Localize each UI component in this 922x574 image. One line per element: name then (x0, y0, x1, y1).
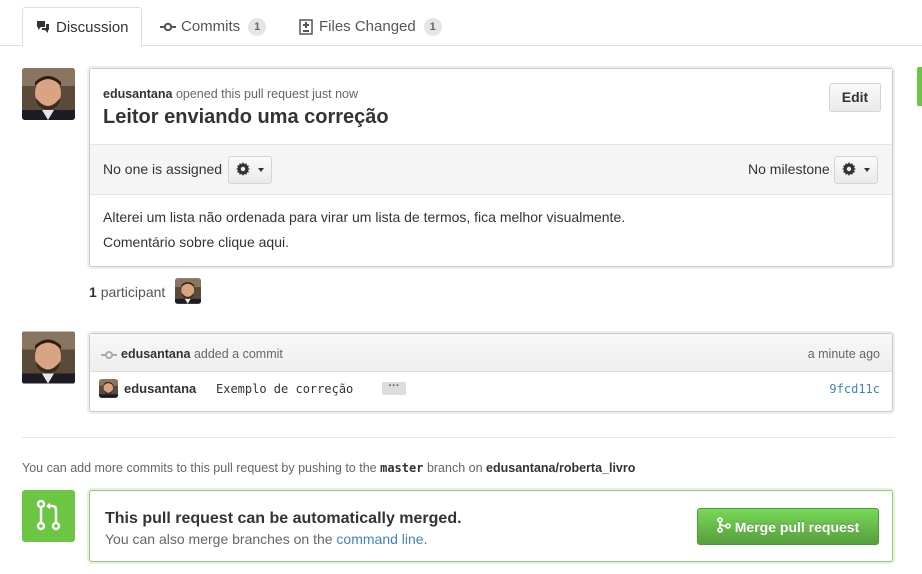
comment-body-line: Comentário sobre clique aqui. (103, 234, 289, 250)
commit-event-text: edusantana added a commit (121, 347, 283, 361)
commit-message-link[interactable]: Exemplo de correção (216, 382, 353, 396)
tab-label: Commits (181, 18, 241, 35)
merge-status-subtitle: You can also merge branches on the comma… (105, 531, 427, 547)
opened-text: opened this pull request just now (175, 87, 359, 101)
commits-count-badge: 1 (248, 17, 267, 36)
push-hint: You can add more commits to this pull re… (22, 461, 635, 475)
merge-status-icon-box (22, 490, 75, 542)
avatar[interactable] (22, 68, 75, 120)
assignee-milestone-bar: No one is assigned No milestone (90, 145, 892, 195)
git-merge-icon (716, 517, 735, 536)
discussion-header: edusantana opened this pull request just… (90, 69, 892, 145)
assignee-settings-button[interactable] (228, 156, 272, 184)
commit-author-link[interactable]: edusantana (124, 381, 196, 396)
merge-pull-request-button[interactable]: Merge pull request (697, 508, 879, 545)
participants-label: participant (100, 284, 166, 300)
commit-event-box: edusantana added a commit a minute ago e… (89, 333, 893, 412)
commit-timestamp: a minute ago (807, 347, 880, 361)
page-title: Leitor enviando uma correção (103, 106, 389, 128)
commit-event-header: edusantana added a commit a minute ago (90, 334, 892, 372)
expand-commit-message-button[interactable]: ··· (382, 381, 406, 395)
git-pull-request-icon (35, 499, 63, 534)
repo-name: edusantana/roberta_livro (486, 461, 636, 475)
branch-name: master (380, 461, 424, 475)
scroll-marker (917, 67, 922, 106)
participant-avatar[interactable] (175, 278, 201, 304)
merge-sub-suffix: . (423, 531, 428, 547)
commit-sha-link[interactable]: 9fcd11c (829, 382, 880, 396)
avatar[interactable] (22, 331, 75, 384)
merge-box: This pull request can be automatically m… (89, 490, 893, 562)
comment-body-line: Alterei um lista não ordenada para virar… (103, 209, 626, 225)
discussion-icon (35, 19, 51, 35)
diff-file-icon (298, 18, 314, 35)
author-link[interactable]: edusantana (121, 347, 190, 361)
milestone-text: No milestone (748, 161, 830, 177)
push-hint-middle: branch on (426, 461, 483, 475)
commit-action-text: added a commit (193, 347, 283, 361)
edit-button[interactable]: Edit (829, 83, 881, 112)
merge-status-title: This pull request can be automatically m… (105, 510, 462, 527)
participants-count: 1 (89, 284, 97, 300)
files-count-badge: 1 (423, 17, 442, 36)
commit-icon (160, 19, 176, 35)
commit-icon (101, 348, 117, 364)
tab-label: Discussion (56, 18, 129, 36)
commit-author-avatar[interactable] (99, 379, 118, 398)
author-link[interactable]: edusantana (103, 87, 172, 101)
merge-button-label: Merge pull request (734, 518, 860, 535)
tab-discussion[interactable]: Discussion (22, 7, 142, 47)
pull-request-tabs: Discussion Commits 1 Files Changed 1 (0, 7, 922, 47)
chevron-down-icon (864, 168, 870, 172)
chevron-down-icon (258, 168, 264, 172)
opened-line: edusantana opened this pull request just… (103, 87, 358, 101)
participants-summary: 1 participant (89, 284, 165, 300)
gear-icon (842, 161, 856, 179)
tab-label: Files Changed (319, 18, 416, 35)
assignee-text: No one is assigned (103, 161, 223, 177)
push-hint-prefix: You can add more commits to this pull re… (22, 461, 377, 475)
pull-request-discussion-box: edusantana opened this pull request just… (89, 68, 893, 267)
milestone-settings-button[interactable] (834, 156, 878, 184)
gear-icon (236, 161, 250, 179)
tab-commits[interactable]: Commits 1 (160, 7, 267, 46)
command-line-link[interactable]: command line (336, 531, 423, 547)
divider (22, 437, 895, 438)
tab-files-changed[interactable]: Files Changed 1 (298, 7, 442, 46)
merge-sub-prefix: You can also merge branches on the (105, 531, 333, 547)
